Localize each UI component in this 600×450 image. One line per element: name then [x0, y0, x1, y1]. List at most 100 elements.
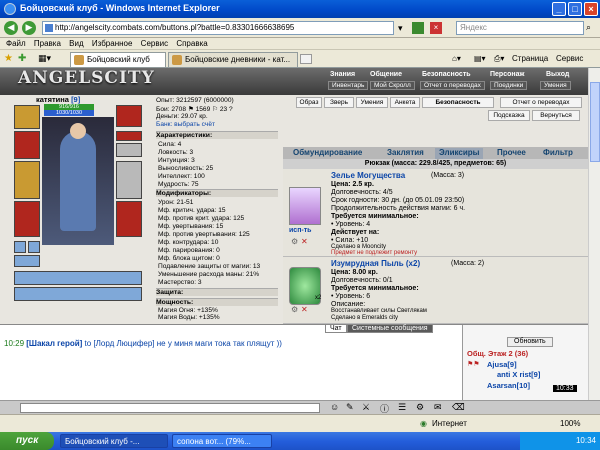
weapon-slot[interactable]	[14, 161, 40, 199]
boots-slot[interactable]	[116, 201, 142, 237]
ring-slot-1[interactable]	[116, 131, 142, 141]
section-power[interactable]: Мощность:	[156, 298, 278, 306]
zoom-level[interactable]: 100%	[560, 419, 580, 428]
helmet-slot[interactable]	[14, 105, 40, 129]
tab-list-icon[interactable]: ▦▾	[38, 53, 51, 64]
btn-hint[interactable]: Подсказка	[488, 110, 530, 121]
btn-transfers[interactable]: Отчет о переводах	[500, 97, 582, 108]
btn-profile[interactable]: Анкета	[390, 97, 420, 108]
tab-fight-club[interactable]: Бойцовский клуб	[70, 52, 166, 67]
btn-pet[interactable]: Зверь	[324, 97, 354, 108]
btn-image[interactable]: Образ	[296, 97, 322, 108]
section-modifiers[interactable]: Модификаторы:	[156, 189, 278, 197]
back-icon[interactable]: ◀	[4, 21, 18, 35]
minimize-button[interactable]: _	[552, 2, 566, 16]
scrollbar-thumb[interactable]	[590, 82, 600, 162]
smile-icon[interactable]: ☺	[330, 402, 339, 412]
belt-slot-2[interactable]	[28, 241, 40, 253]
menu-edit[interactable]: Правка	[34, 39, 61, 48]
menu-favorites[interactable]: Избранное	[92, 39, 133, 48]
roster-user[interactable]: anti X rist[9]	[497, 370, 540, 379]
settings-icon[interactable]: ⚙	[416, 402, 424, 413]
roster-user[interactable]: Asarsan[10]	[487, 381, 530, 390]
search-input[interactable]: Яндекс	[456, 21, 584, 35]
refresh-roster-button[interactable]: Обновить	[507, 337, 553, 347]
inv-tab-spells[interactable]: Заклятия	[387, 148, 424, 157]
favorites-star-icon[interactable]: ★	[4, 53, 13, 64]
chat-tab-chat[interactable]: Чат	[325, 324, 347, 333]
menu-tools[interactable]: Сервис	[141, 39, 168, 48]
maximize-button[interactable]: □	[568, 2, 582, 16]
dropdown-icon[interactable]: ▾	[398, 23, 403, 34]
page-menu[interactable]: Страница	[512, 54, 548, 63]
inv-tab-equipment[interactable]: Обмундирование	[293, 148, 362, 157]
amulet-slot[interactable]	[14, 131, 40, 159]
item-name[interactable]: Изумрудная Пыль (x2)	[331, 259, 420, 268]
section-characteristics[interactable]: Характеристики:	[156, 131, 278, 139]
armor-slot[interactable]	[14, 201, 40, 237]
inv-tab-other[interactable]: Прочее	[497, 148, 526, 157]
task-download[interactable]: сопона вот... (79%...	[172, 434, 272, 448]
feeds-icon[interactable]: ▤▾	[474, 54, 486, 63]
item-name[interactable]: Зелье Могущества	[331, 171, 405, 180]
url-input[interactable]: http://angelscity.combats.com/buttons.pl…	[42, 21, 394, 35]
menu-view[interactable]: Вид	[69, 39, 83, 48]
brush-icon[interactable]: ✎	[346, 402, 354, 413]
subtab-skills[interactable]: Умения	[540, 81, 571, 90]
delete-icon[interactable]: ✕	[301, 305, 308, 314]
page-scrollbar[interactable]	[588, 68, 600, 400]
tab-diaries[interactable]: Бойцовские дневники - кат...	[168, 52, 298, 67]
btn-return[interactable]: Вернуться	[532, 110, 580, 121]
belt-slot-1[interactable]	[14, 241, 26, 253]
subtab-scroll[interactable]: Мой Скролл	[370, 81, 415, 90]
start-button[interactable]: пуск	[0, 432, 54, 450]
menu-file[interactable]: Файл	[6, 39, 26, 48]
use-item-link[interactable]: исп-ть	[289, 227, 312, 234]
close-button[interactable]: ×	[584, 2, 598, 16]
chat-tab-system[interactable]: Системные сообщения	[347, 324, 433, 333]
print-icon[interactable]: ⎙▾	[494, 54, 504, 64]
spell-slots[interactable]	[14, 287, 142, 301]
scroll-slots[interactable]	[14, 271, 142, 285]
item-note: Предмет не подлежит ремонту	[331, 250, 418, 256]
top-tab-knowledge[interactable]: Знания	[330, 71, 355, 79]
inv-tab-filter[interactable]: Фильтр	[543, 148, 573, 157]
tools-menu[interactable]: Сервис	[556, 54, 583, 63]
gear-icon[interactable]: ⚙	[291, 305, 298, 314]
btn-skills[interactable]: Умения	[356, 97, 388, 108]
chat-to[interactable]: to [Лорд Люцифер]	[85, 339, 155, 348]
delete-icon[interactable]: ✕	[301, 237, 308, 246]
shield-slot[interactable]	[116, 161, 142, 199]
subtab-inventory[interactable]: Инвентарь	[328, 81, 369, 90]
gear-icon[interactable]: ⚙	[291, 237, 298, 246]
subtab-transfers[interactable]: Отчет о переводах	[420, 81, 485, 90]
chat-from[interactable]: [Шакал герой]	[26, 339, 82, 348]
top-tab-social[interactable]: Общение	[370, 71, 402, 79]
search-icon[interactable]: ⌕	[586, 22, 591, 33]
stop-icon[interactable]: ×	[430, 22, 442, 34]
add-favorite-icon[interactable]: ✚	[18, 53, 26, 64]
earrings-slot[interactable]	[116, 105, 142, 127]
menu-help[interactable]: Справка	[176, 39, 207, 48]
roster-user[interactable]: Ajusa[9]	[487, 360, 517, 369]
btn-security[interactable]: Безопасность	[422, 97, 494, 108]
top-tab-character[interactable]: Персонаж	[490, 71, 524, 79]
chat-input[interactable]	[20, 403, 320, 413]
belt-slot-3[interactable]	[14, 255, 40, 267]
section-protection[interactable]: Защита:	[156, 288, 278, 296]
gloves-slot[interactable]	[116, 143, 142, 157]
stat-bank[interactable]: Банк: выбрать счёт	[156, 121, 215, 128]
task-fight-club[interactable]: Бойцовский клуб -...	[60, 434, 168, 448]
refresh-icon[interactable]	[412, 22, 424, 34]
subtab-fights[interactable]: Поединки	[490, 81, 528, 90]
new-tab-icon[interactable]	[300, 54, 312, 64]
mail-icon[interactable]: ✉	[434, 402, 442, 413]
forward-icon[interactable]: ▶	[22, 21, 36, 35]
top-tab-security[interactable]: Безопасность	[422, 71, 471, 79]
fight-icon[interactable]: ⚔	[362, 402, 370, 413]
list-icon[interactable]: ☰	[398, 402, 406, 413]
top-tab-exit[interactable]: Выход	[546, 71, 569, 79]
avatar[interactable]	[42, 117, 114, 245]
home-icon[interactable]: ⌂▾	[452, 54, 461, 63]
clear-icon[interactable]: ⌫	[452, 402, 465, 413]
